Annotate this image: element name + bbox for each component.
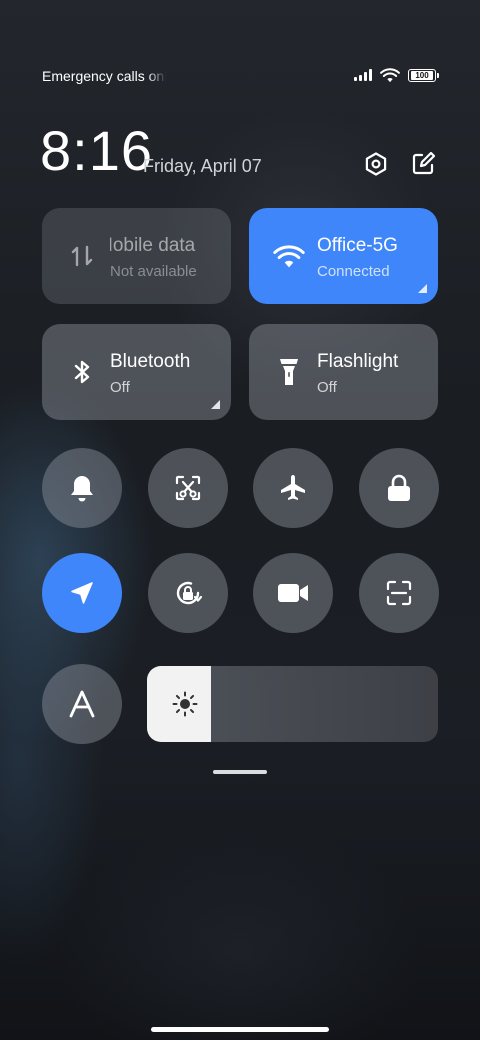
lock-screen-toggle[interactable] xyxy=(359,448,439,528)
tile-wifi-title: Office-5G xyxy=(317,235,398,256)
scanner-toggle[interactable] xyxy=(359,553,439,633)
tile-wifi[interactable]: Office-5G Connected xyxy=(249,208,438,304)
screen-recorder-toggle[interactable] xyxy=(253,553,333,633)
font-size-button[interactable] xyxy=(42,664,122,744)
tile-mobile-data-title: Mobile data xyxy=(110,235,196,256)
clock-time: 8:16 xyxy=(40,119,153,182)
location-toggle[interactable] xyxy=(42,553,122,633)
signal-icon xyxy=(354,69,372,81)
sound-toggle[interactable] xyxy=(42,448,122,528)
edit-button[interactable] xyxy=(409,150,437,178)
data-transfer-icon xyxy=(66,240,98,272)
tile-wifi-status: Connected xyxy=(317,263,390,280)
tile-bluetooth[interactable]: Bluetooth Off xyxy=(42,324,231,420)
expand-corner-icon[interactable] xyxy=(211,400,220,409)
battery-level: 100 xyxy=(411,70,433,80)
rotation-lock-icon xyxy=(176,581,203,605)
home-indicator[interactable] xyxy=(151,1027,329,1032)
tile-flashlight-status: Off xyxy=(317,379,337,396)
wifi-icon xyxy=(380,68,400,83)
status-icons: 100 xyxy=(354,67,439,83)
tile-bluetooth-title: Bluetooth xyxy=(110,351,191,372)
bell-icon xyxy=(71,476,93,502)
carrier-status: Emergency calls only xyxy=(42,68,166,84)
clock-date: Friday, April 07 xyxy=(143,156,262,176)
bluetooth-icon xyxy=(66,356,98,388)
edit-icon xyxy=(412,151,436,175)
battery-icon: 100 xyxy=(408,68,439,82)
rotation-lock-toggle[interactable] xyxy=(148,553,228,633)
airplane-icon xyxy=(281,475,305,500)
tile-bluetooth-status: Off xyxy=(110,379,130,396)
tile-flashlight-title: Flashlight xyxy=(317,351,399,372)
tile-mobile-data[interactable]: Mobile data Not available xyxy=(42,208,231,304)
screenshot-icon xyxy=(175,475,201,501)
panel-drag-handle[interactable] xyxy=(213,770,267,774)
video-camera-icon xyxy=(278,584,308,602)
location-icon xyxy=(71,582,93,604)
flashlight-icon xyxy=(273,356,305,388)
lock-icon xyxy=(388,474,410,501)
control-center: Emergency calls only 100 8:16 Friday, Ap… xyxy=(0,0,480,1040)
tile-flashlight[interactable]: Flashlight Off xyxy=(249,324,438,420)
scanner-icon xyxy=(386,580,412,606)
brightness-icon xyxy=(172,691,198,717)
airplane-toggle[interactable] xyxy=(253,448,333,528)
font-icon xyxy=(69,690,95,718)
tile-mobile-data-text: Mobile data Not available xyxy=(110,228,222,298)
brightness-slider[interactable] xyxy=(147,666,438,742)
settings-icon xyxy=(365,152,387,176)
expand-corner-icon[interactable] xyxy=(418,284,427,293)
wifi-icon xyxy=(273,240,305,272)
tile-mobile-data-status: Not available xyxy=(110,263,197,280)
screenshot-toggle[interactable] xyxy=(148,448,228,528)
settings-button[interactable] xyxy=(362,150,390,178)
